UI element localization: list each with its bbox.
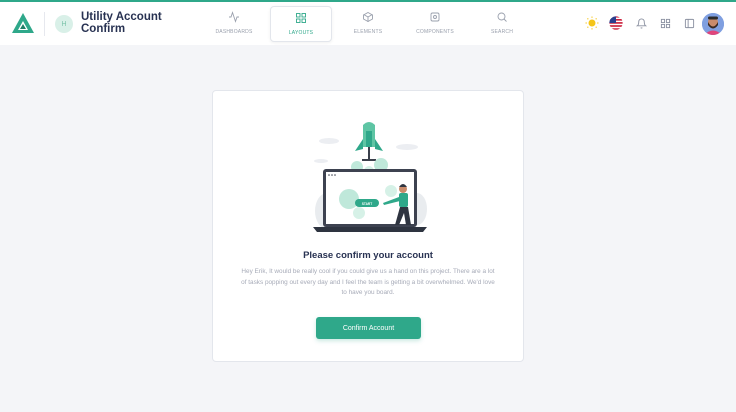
confirm-account-card: START Please confirm your account Hey Er…: [212, 90, 524, 362]
sidebar-toggle-icon: [684, 18, 694, 28]
confirm-account-button[interactable]: Confirm Account: [316, 317, 421, 339]
brand-logo-icon[interactable]: [12, 13, 34, 33]
nav-components-label: COMPONENTS: [416, 29, 454, 35]
cog-icon: [430, 12, 440, 22]
nav-dashboards[interactable]: DASHBOARDS: [203, 6, 265, 42]
nav-components[interactable]: COMPONENTS: [404, 6, 466, 42]
nav-layouts[interactable]: LAYOUTS: [270, 6, 332, 42]
page-icon: H: [55, 15, 73, 33]
header-divider: [44, 12, 45, 36]
nav-elements-label: ELEMENTS: [353, 29, 383, 35]
nav-search[interactable]: SEARCH: [471, 6, 533, 42]
start-badge-text: START: [362, 202, 372, 206]
us-flag-icon: [609, 16, 623, 30]
nav-layouts-label: LAYOUTS: [288, 30, 314, 36]
nav-dashboards-label: DASHBOARDS: [215, 29, 253, 35]
bell-icon: [635, 18, 647, 29]
avatar-image-icon: [702, 13, 724, 35]
rocket-launch-illustration: START: [313, 122, 427, 232]
apps-button[interactable]: [657, 15, 673, 31]
nav-search-label: SEARCH: [490, 29, 514, 35]
page-title: Utility Account Confirm: [81, 11, 162, 35]
sun-icon: [585, 16, 599, 30]
activity-icon: [229, 11, 239, 23]
search-icon: [497, 12, 507, 22]
confirm-message: Hey Erik, It would be really cool if you…: [241, 268, 495, 296]
top-navbar: H Utility Account Confirm DASHBOARDS LAY…: [0, 2, 736, 45]
language-selector[interactable]: [608, 15, 624, 31]
apps-grid-icon: [660, 18, 670, 28]
nav-elements[interactable]: ELEMENTS: [337, 6, 399, 42]
confirm-title: Please confirm your account: [303, 250, 433, 261]
avatar[interactable]: [702, 13, 724, 35]
grid-icon: [296, 13, 306, 23]
notifications-button[interactable]: [633, 15, 649, 31]
cube-icon: [363, 11, 373, 23]
theme-toggle[interactable]: [584, 15, 600, 31]
sidebar-toggle-button[interactable]: [681, 15, 697, 31]
